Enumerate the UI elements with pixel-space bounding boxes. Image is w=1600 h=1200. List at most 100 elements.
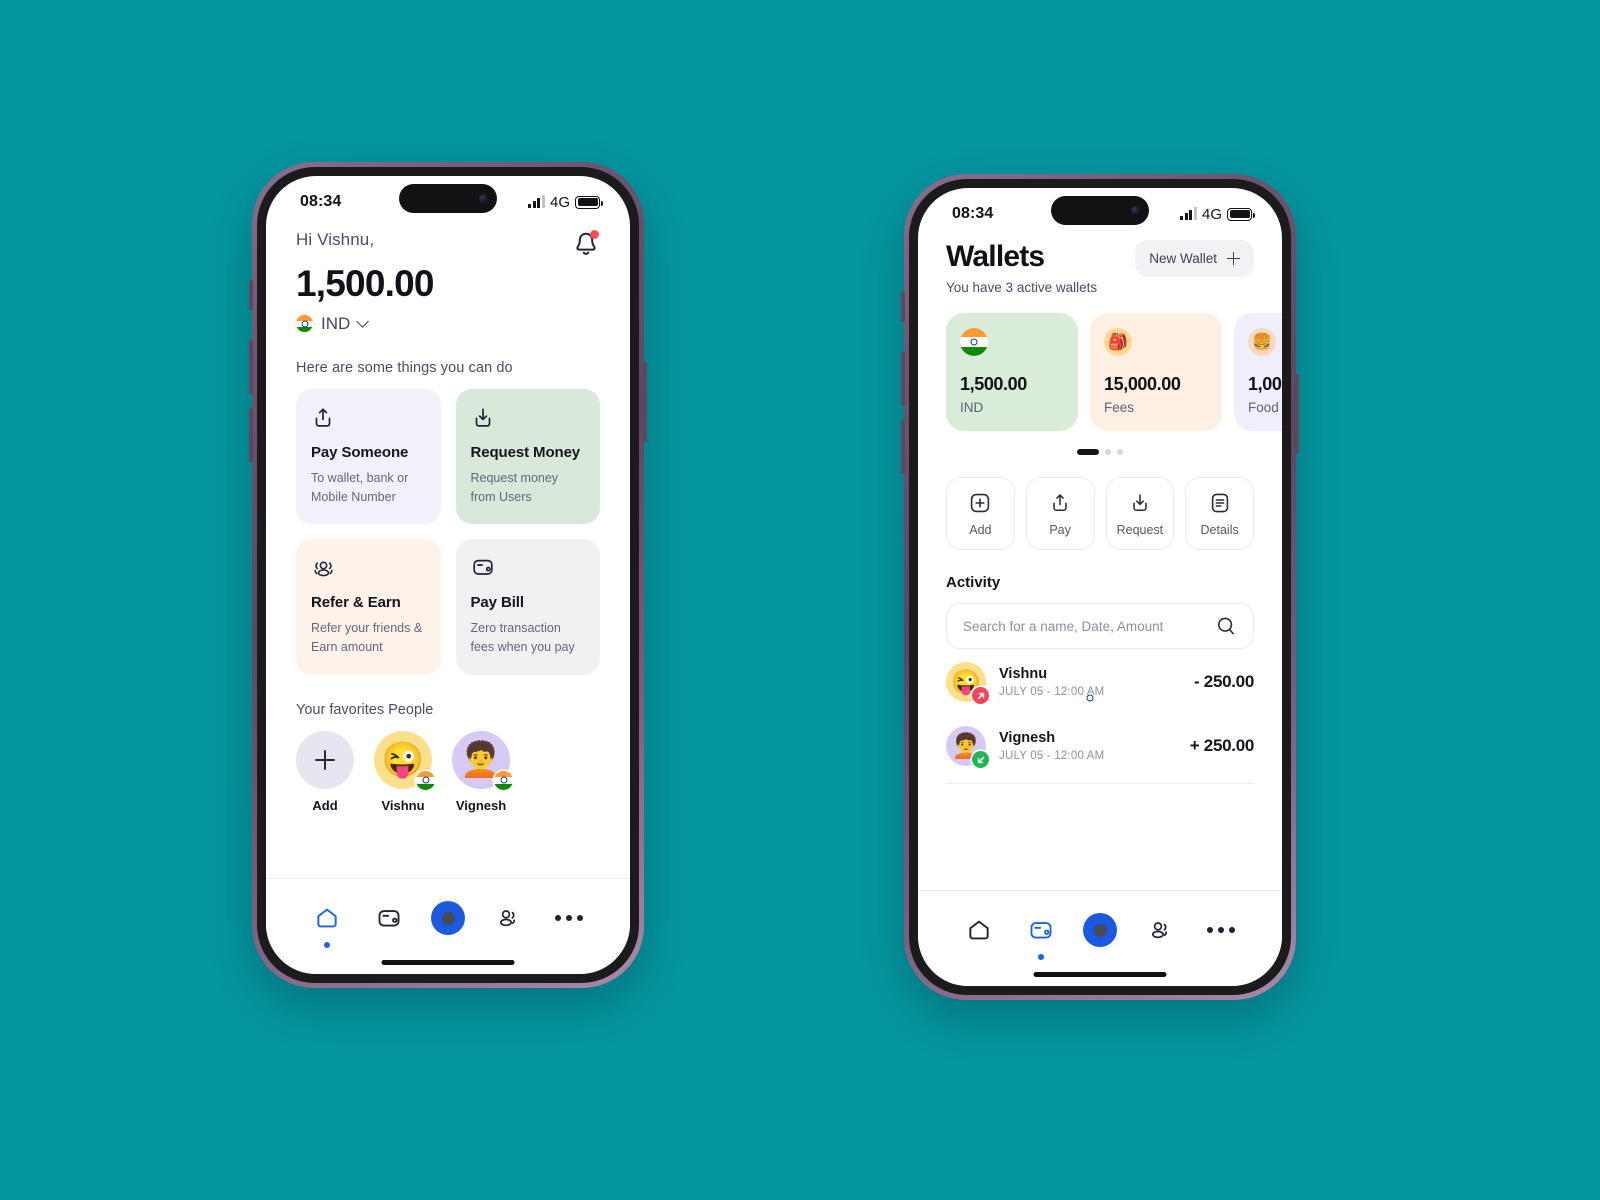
transaction-amount: + 250.00 xyxy=(1189,736,1255,755)
quick-action-label: Pay xyxy=(1049,523,1071,537)
upload-share-icon xyxy=(1053,494,1067,512)
pagination-dot[interactable] xyxy=(1105,449,1111,455)
transaction-info: Vignesh JULY 05 - 12:00 AM xyxy=(999,730,1177,762)
power-button[interactable] xyxy=(1295,374,1299,454)
pagination-dot-active[interactable] xyxy=(1077,449,1099,455)
volume-down-button[interactable] xyxy=(901,420,905,474)
people-refer-icon xyxy=(311,556,426,582)
arrow-down-left-icon xyxy=(972,751,989,768)
tab-home[interactable] xyxy=(960,911,998,949)
transaction-row[interactable]: 😜 Vishnu JULY 05 - 12:00 AM - 250.00 xyxy=(946,649,1254,713)
scan-cta-icon xyxy=(441,911,455,925)
wallet-label: IND xyxy=(960,400,984,415)
india-flag-icon xyxy=(960,328,988,356)
people-icon xyxy=(1151,922,1167,939)
tab-home[interactable] xyxy=(308,899,346,948)
india-flag-icon xyxy=(416,770,435,790)
quick-action-request[interactable]: Request xyxy=(1105,477,1175,550)
avatar-emoji: 😜 xyxy=(381,740,425,779)
silent-switch[interactable] xyxy=(901,292,905,322)
new-wallet-button[interactable]: New Wallet xyxy=(1135,240,1254,277)
dynamic-island xyxy=(399,184,497,213)
bottom-navigation xyxy=(266,878,630,974)
favorites-list: Add 😜 Vishnu xyxy=(296,730,600,813)
quick-action-pay[interactable]: Pay xyxy=(1025,477,1095,550)
canvas: 08:34 4G Hi Vishnu, 1,500.00 IND Here ar… xyxy=(0,0,1600,1200)
phone-bezel: 08:34 4G Wallets You have 3 active walle… xyxy=(909,179,1291,995)
tab-scan-cta[interactable] xyxy=(1083,913,1117,947)
more-dots-icon xyxy=(1207,927,1235,933)
signal-bars-icon xyxy=(528,195,545,208)
wallet-icon xyxy=(1030,922,1051,939)
favorite-item-vishnu[interactable]: 😜 Vishnu xyxy=(374,730,435,813)
balance-amount: 1,500.00 xyxy=(296,263,434,304)
wallets-content: Wallets You have 3 active wallets New Wa… xyxy=(918,234,1282,784)
front-camera-icon xyxy=(479,194,488,203)
tab-wallet[interactable] xyxy=(370,899,408,937)
carousel-pagination[interactable] xyxy=(946,449,1254,455)
action-card-refer-earn[interactable]: Refer & Earn Refer your friends & Earn a… xyxy=(296,539,441,675)
wallet-icon xyxy=(378,910,399,927)
plus-icon xyxy=(1227,252,1240,265)
avatar-emoji: 🧑‍🦱 xyxy=(459,740,503,779)
more-dots-icon xyxy=(555,915,583,921)
transaction-row[interactable]: 🧑‍🦱 Vignesh JULY 05 - 12:00 AM + 250 xyxy=(946,713,1254,777)
wallet-emoji: 🍔 xyxy=(1252,334,1272,351)
quick-action-details[interactable]: Details xyxy=(1185,477,1254,550)
tab-contacts[interactable] xyxy=(489,899,527,937)
silent-switch[interactable] xyxy=(249,280,253,310)
action-card-desc: Zero transaction fees when you pay xyxy=(470,621,575,655)
action-card-title: Request Money xyxy=(470,443,581,461)
wallet-emoji: 🎒 xyxy=(1108,334,1128,351)
notification-badge-dot xyxy=(590,230,599,239)
tab-more[interactable] xyxy=(550,899,588,937)
action-card-pay-bill[interactable]: Pay Bill Zero transaction fees when you … xyxy=(455,539,600,675)
battery-icon xyxy=(575,195,603,209)
wallet-card-ind[interactable]: 1,500.00 IND xyxy=(946,313,1078,431)
tab-list xyxy=(918,891,1282,960)
quick-actions-row: Add Pay Request Details xyxy=(946,477,1254,550)
action-card-desc: Request money from Users xyxy=(470,470,559,504)
signal-bars-icon xyxy=(1180,207,1197,220)
activity-search-box[interactable] xyxy=(946,603,1254,649)
tab-contacts[interactable] xyxy=(1141,911,1179,949)
search-input[interactable] xyxy=(963,618,1215,634)
phone-device-wallets: 08:34 4G Wallets You have 3 active walle… xyxy=(901,174,1299,1000)
tab-more[interactable] xyxy=(1202,911,1240,949)
favorite-item-vignesh[interactable]: 🧑‍🦱 Vignesh xyxy=(452,730,513,813)
download-request-icon xyxy=(471,406,586,432)
action-card-request-money[interactable]: Request Money Request money from Users xyxy=(455,388,600,525)
status-time: 08:34 xyxy=(952,205,994,222)
scan-cta-icon xyxy=(1093,923,1107,937)
volume-down-button[interactable] xyxy=(249,408,253,462)
transaction-amount: - 250.00 xyxy=(1194,672,1254,691)
wallet-card-fees[interactable]: 🎒 15,000.00 Fees xyxy=(1090,313,1222,431)
tab-scan-cta[interactable] xyxy=(431,901,465,935)
tab-wallet[interactable] xyxy=(1022,911,1060,960)
volume-up-button[interactable] xyxy=(901,352,905,406)
favorite-add-button[interactable]: Add xyxy=(296,730,354,813)
network-type-label: 4G xyxy=(1201,205,1222,223)
wallet-label: Fees xyxy=(1104,400,1135,415)
power-button[interactable] xyxy=(643,362,647,442)
phone-bezel: 08:34 4G Hi Vishnu, 1,500.00 IND Here ar… xyxy=(257,167,639,983)
action-card-pay-someone[interactable]: Pay Someone To wallet, bank or Mobile Nu… xyxy=(296,388,441,525)
pagination-dot[interactable] xyxy=(1117,449,1123,455)
wallet-carousel[interactable]: 1,500.00 IND 🎒 15,000.00 Fees 🍔 1,00 Foo… xyxy=(946,313,1282,431)
currency-selector[interactable]: IND xyxy=(296,314,600,334)
wallet-card-food[interactable]: 🍔 1,000.00 Food xyxy=(1234,313,1282,431)
avatar: 😜 xyxy=(946,662,989,704)
search-icon[interactable] xyxy=(1215,615,1237,637)
bell-icon[interactable] xyxy=(572,230,600,260)
divider xyxy=(946,783,1254,784)
volume-up-button[interactable] xyxy=(249,340,253,394)
quick-action-label: Add xyxy=(969,523,992,537)
new-wallet-label: New Wallet xyxy=(1149,251,1217,266)
favorite-name: Add xyxy=(312,797,338,813)
dynamic-island xyxy=(1051,196,1149,225)
wallet-amount: 1,000.00 xyxy=(1248,374,1282,394)
quick-action-add[interactable]: Add xyxy=(946,477,1015,550)
india-flag-icon xyxy=(296,315,313,333)
status-indicators: 4G xyxy=(1180,205,1255,223)
tab-active-dot xyxy=(1037,954,1044,960)
